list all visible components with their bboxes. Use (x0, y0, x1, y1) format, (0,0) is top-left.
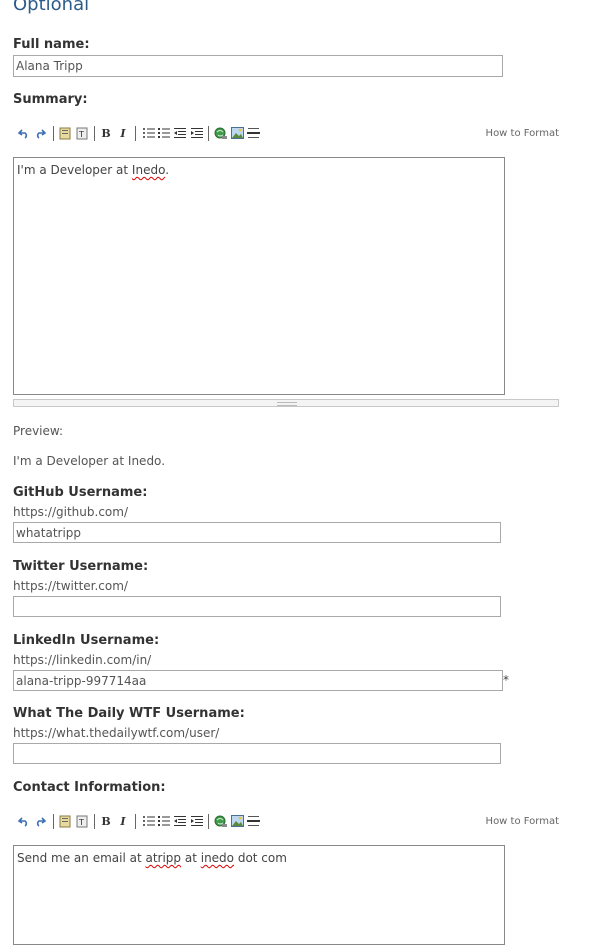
summary-textarea[interactable]: I'm a Developer at Inedo. (13, 157, 505, 395)
contact-text: at (181, 851, 201, 865)
bold-icon[interactable]: B (99, 813, 113, 829)
link-icon[interactable] (213, 125, 227, 141)
contact-label: Contact Information: (13, 780, 166, 795)
summary-text-end: . (165, 163, 170, 177)
twitter-prefix: https://twitter.com/ (13, 579, 128, 593)
linkedin-prefix: https://linkedin.com/in/ (13, 653, 152, 667)
numbered-list-icon[interactable] (156, 125, 170, 141)
full-name-label: Full name: (13, 37, 90, 52)
contact-textarea[interactable]: Send me an email at atripp at inedo dot … (13, 845, 505, 945)
dailywtf-username-field[interactable] (13, 743, 501, 764)
outdent-icon[interactable] (172, 125, 186, 141)
italic-icon[interactable]: I (116, 813, 130, 829)
summary-misspelled-word: Inedo (131, 163, 166, 177)
summary-label: Summary: (13, 92, 88, 107)
preview-label: Preview: (13, 424, 64, 438)
summary-toolbar: T B I How to Format (13, 125, 559, 145)
preview-text: I'm a Developer at Inedo. (13, 454, 166, 468)
linkedin-label: LinkedIn Username: (13, 633, 160, 648)
full-name-field[interactable]: Alana Tripp (13, 55, 503, 77)
italic-icon[interactable]: I (116, 125, 130, 141)
undo-icon[interactable] (17, 125, 31, 141)
contact-how-to-format-link[interactable]: How to Format (486, 816, 559, 827)
twitter-label: Twitter Username: (13, 559, 149, 574)
horizontal-rule-icon[interactable] (246, 813, 260, 829)
indent-icon[interactable] (189, 813, 203, 829)
contact-misspelled-word: inedo (200, 851, 235, 865)
image-icon[interactable] (230, 125, 244, 141)
redo-icon[interactable] (33, 813, 47, 829)
horizontal-rule-icon[interactable] (246, 125, 260, 141)
image-icon[interactable] (230, 813, 244, 829)
svg-text:T: T (78, 818, 84, 827)
redo-icon[interactable] (33, 125, 47, 141)
summary-text: I'm a Developer at (17, 163, 132, 177)
linkedin-required-mark: * (503, 673, 509, 687)
summary-how-to-format-link[interactable]: How to Format (486, 128, 559, 139)
link-icon[interactable] (213, 813, 227, 829)
grip-icon (277, 402, 297, 406)
dailywtf-label: What The Daily WTF Username: (13, 706, 245, 721)
paste-text-icon[interactable]: T (75, 125, 89, 141)
contact-text: Send me an email at (17, 851, 146, 865)
svg-text:T: T (78, 130, 84, 139)
paste-icon[interactable] (58, 125, 72, 141)
paste-text-icon[interactable]: T (75, 813, 89, 829)
contact-misspelled-word: atripp (145, 851, 182, 865)
bullet-list-icon[interactable] (141, 813, 155, 829)
indent-icon[interactable] (189, 125, 203, 141)
contact-toolbar: T B I How to Format (13, 813, 559, 833)
numbered-list-icon[interactable] (156, 813, 170, 829)
outdent-icon[interactable] (172, 813, 186, 829)
bullet-list-icon[interactable] (141, 125, 155, 141)
twitter-username-field[interactable] (13, 596, 501, 617)
dailywtf-prefix: https://what.thedailywtf.com/user/ (13, 726, 220, 740)
github-prefix: https://github.com/ (13, 505, 128, 519)
contact-text: dot com (234, 851, 287, 865)
github-username-field[interactable]: whatatripp (13, 522, 501, 543)
undo-icon[interactable] (17, 813, 31, 829)
paste-icon[interactable] (58, 813, 72, 829)
summary-resize-grip[interactable] (13, 399, 559, 407)
linkedin-username-field[interactable]: alana-tripp-997714aa (13, 670, 503, 691)
github-label: GitHub Username: (13, 485, 148, 500)
section-title: Optional (13, 0, 90, 15)
bold-icon[interactable]: B (99, 125, 113, 141)
